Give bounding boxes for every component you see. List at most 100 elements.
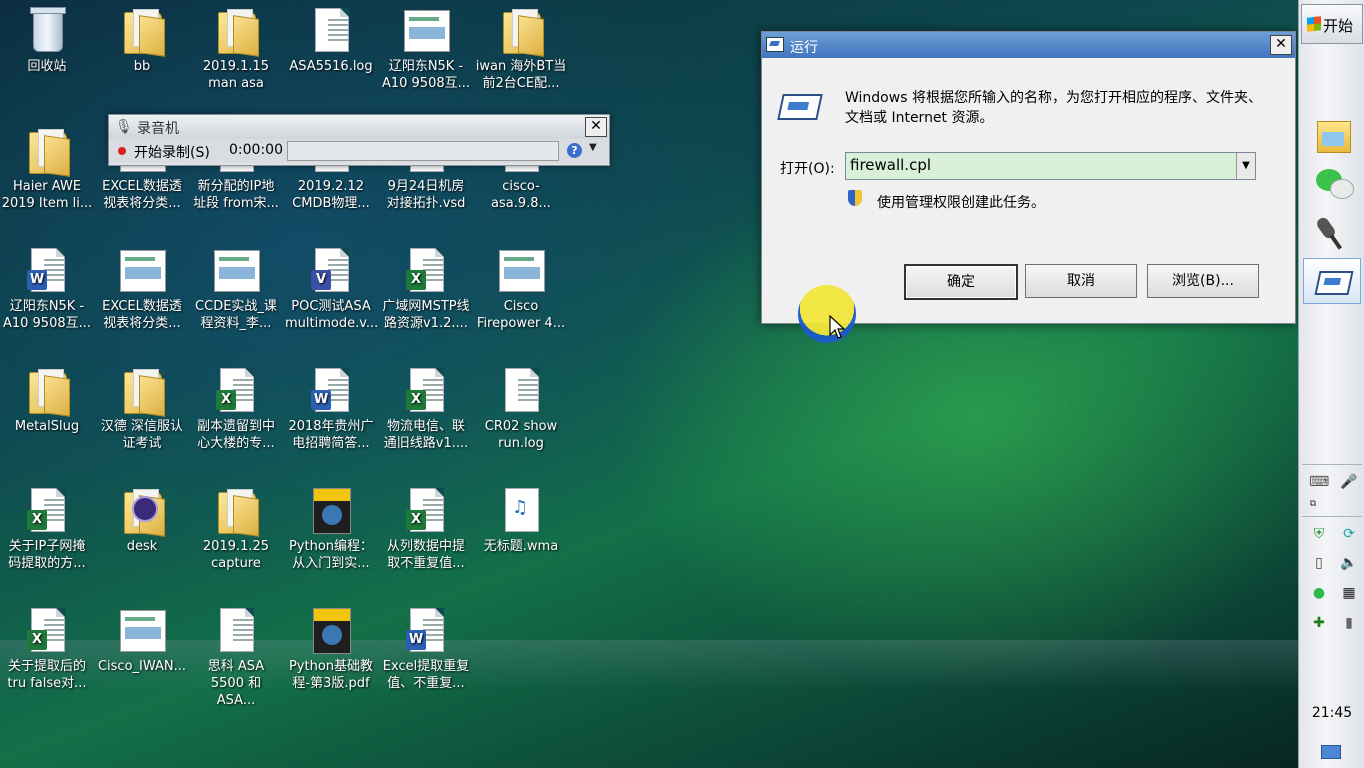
cancel-button[interactable]: 取消 [1025, 264, 1137, 298]
start-recording-button[interactable]: 开始录制(S) [134, 142, 210, 162]
folder-icon [214, 6, 258, 54]
desktop-icon[interactable]: ASA5516.log [285, 6, 377, 75]
folder-icon [1317, 121, 1351, 153]
desktop-icon[interactable]: CCDE实战_课 程资料_李... [190, 246, 282, 332]
microphone-icon [1314, 215, 1338, 241]
clock[interactable]: 21:45 [1303, 705, 1361, 721]
network-signal-icon[interactable]: ▮ [1339, 613, 1359, 633]
help-icon[interactable]: ? [567, 143, 582, 158]
desktop-icon[interactable]: X 副本遗留到中 心大楼的专... [190, 366, 282, 452]
desktop-icon[interactable]: Haier AWE 2019 Item li... [1, 126, 93, 212]
desktop-icon-label: 9月24日机房 对接拓扑.vsd [386, 179, 466, 211]
run-close-button[interactable]: ✕ [1270, 35, 1292, 55]
desktop-icon[interactable]: MetalSlug [1, 366, 93, 435]
desktop-icon-label: MetalSlug [14, 419, 80, 434]
desktop-icon-label: 副本遗留到中 心大楼的专... [196, 419, 275, 451]
run-icon [766, 37, 784, 52]
desktop-icon[interactable]: 辽阳东N5K - A10 9508互... [380, 6, 472, 92]
desktop-icon[interactable]: Cisco Firepower 4... [475, 246, 567, 332]
desktop-icon[interactable]: 思科 ASA 5500 和 ASA... [190, 606, 282, 709]
desktop-icon-label: 关于提取后的 tru false对... [7, 659, 87, 691]
excel-document-icon: X [25, 486, 69, 534]
language-bar-icon[interactable]: ⧉ [1303, 494, 1323, 514]
desktop-icon-label: ASA5516.log [289, 59, 373, 74]
taskbar-run[interactable] [1303, 258, 1361, 304]
start-button[interactable]: 开始 [1301, 4, 1363, 44]
desktop-icon[interactable]: 2019.1.25 capture [190, 486, 282, 572]
desktop-icon[interactable]: 无标题.wma [475, 486, 567, 555]
desktop-icon[interactable]: X 广域网MSTP线 路资源v1.2.... [380, 246, 472, 332]
run-titlebar[interactable]: 运行 ✕ [762, 32, 1295, 58]
document-icon [309, 6, 353, 54]
help-dropdown-icon[interactable]: ▼ [589, 142, 597, 153]
folder-icon [499, 6, 543, 54]
desktop-icon-label: Excel提取重复 值、不重复... [382, 659, 470, 691]
desktop-icon[interactable]: EXCEL数据透 视表将分类... [96, 246, 188, 332]
wechat-tray-icon[interactable]: ● [1309, 583, 1329, 603]
sync-icon[interactable]: ⟳ [1339, 524, 1359, 544]
combobox-dropdown-icon[interactable]: ▼ [1236, 153, 1255, 179]
desktop-icon[interactable]: V POC测试ASA multimode.v... [285, 246, 378, 332]
desktop-icon[interactable]: 汉德 深信服认 证考试 [96, 366, 188, 452]
desktop-icon[interactable]: X 关于提取后的 tru false对... [1, 606, 93, 692]
word-document-icon: W [25, 246, 69, 294]
desktop-icon[interactable]: iwan 海外BT当 前2台CE配... [475, 6, 567, 92]
desktop-icon[interactable]: X 关于IP子网掩 码提取的方... [1, 486, 93, 572]
desktop-icon[interactable]: X 物流电信、联 通旧线路v1.... [380, 366, 472, 452]
desktop-icon-label: 新分配的IP地 址段 from宋... [193, 179, 279, 211]
run-description: Windows 将根据您所输入的名称，为您打开相应的程序、文件夹、文档或 Int… [845, 90, 1262, 126]
taskbar-sound-recorder[interactable] [1303, 210, 1361, 256]
desktop-icon[interactable]: W 辽阳东N5K - A10 9508互... [1, 246, 93, 332]
taskbar-wechat[interactable] [1303, 162, 1361, 208]
desktop-icon-label: 从列数据中提 取不重复值... [386, 539, 465, 571]
desktop-icon[interactable]: Python基础教 程-第3版.pdf [285, 606, 377, 692]
open-input[interactable]: firewall.cpl [850, 156, 931, 174]
volume-icon[interactable]: 🔈 [1339, 553, 1359, 573]
image-thumbnail-icon [499, 246, 545, 294]
folder-icon [120, 6, 164, 54]
cursor-highlight [798, 285, 856, 343]
desktop-icon[interactable]: desk [96, 486, 188, 555]
desktop-icon-label: 广域网MSTP线 路资源v1.2.... [382, 299, 470, 331]
ok-button[interactable]: 确定 [904, 264, 1018, 300]
desktop-icon-label: Python编程： 从入门到实... [288, 539, 374, 571]
battery-icon[interactable]: ▯ [1309, 553, 1329, 573]
desktop-icon[interactable]: X 从列数据中提 取不重复值... [380, 486, 472, 572]
wechat-icon [1316, 169, 1354, 199]
recorder-close-button[interactable]: ✕ [585, 117, 607, 137]
mic-tray-icon[interactable]: 🎤 [1339, 472, 1359, 492]
film-icon[interactable]: ▦ [1339, 583, 1359, 603]
keyboard-icon[interactable]: ⌨ [1309, 472, 1329, 492]
show-desktop-icon[interactable] [1321, 745, 1341, 759]
desktop-icon[interactable]: 2019.1.15 man asa [190, 6, 282, 92]
taskbar-file-explorer[interactable] [1303, 114, 1361, 160]
open-combobox[interactable]: firewall.cpl ▼ [845, 152, 1256, 180]
sound-recorder-window: 🎙 录音机 ✕ 开始录制(S) 0:00:00 ? ▼ [108, 114, 610, 166]
security-shield-icon[interactable]: ⛨ [1309, 524, 1329, 544]
image-thumbnail-icon [404, 6, 450, 54]
browse-button[interactable]: 浏览(B)... [1147, 264, 1259, 298]
image-thumbnail-icon [120, 246, 166, 294]
record-dot-icon [118, 147, 126, 155]
desktop-icon-label: 2019.1.15 man asa [202, 59, 270, 91]
desktop-icon[interactable]: Python编程： 从入门到实... [285, 486, 377, 572]
desktop-icon[interactable]: CR02 show run.log [475, 366, 567, 452]
desktop-icon-label: 关于IP子网掩 码提取的方... [8, 539, 86, 571]
image-thumbnail-icon [120, 606, 166, 654]
run-dialog: 运行 ✕ Windows 将根据您所输入的名称，为您打开相应的程序、文件夹、文档… [761, 31, 1296, 324]
desktop-icon[interactable]: bb [96, 6, 188, 75]
desktop-icon[interactable]: W Excel提取重复 值、不重复... [380, 606, 472, 692]
desktop-icon-label: Python基础教 程-第3版.pdf [288, 659, 374, 691]
desktop-icon[interactable]: W 2018年贵州广 电招聘简答... [285, 366, 377, 452]
run-program-icon [777, 90, 823, 120]
media-file-icon [499, 486, 543, 534]
desktop-icon[interactable]: 回收站 [1, 6, 93, 75]
desktop-icon[interactable]: Cisco_IWAN... [96, 606, 188, 675]
uac-shield-icon [848, 190, 862, 206]
pdf-book-icon [309, 606, 353, 654]
add-icon[interactable]: ✚ [1309, 613, 1329, 633]
open-label: 打开(O): [780, 161, 835, 177]
recorder-titlebar[interactable]: 🎙 录音机 ✕ [109, 115, 609, 139]
desktop-icon-label: Cisco Firepower 4... [476, 299, 566, 331]
word-document-icon: W [309, 366, 353, 414]
